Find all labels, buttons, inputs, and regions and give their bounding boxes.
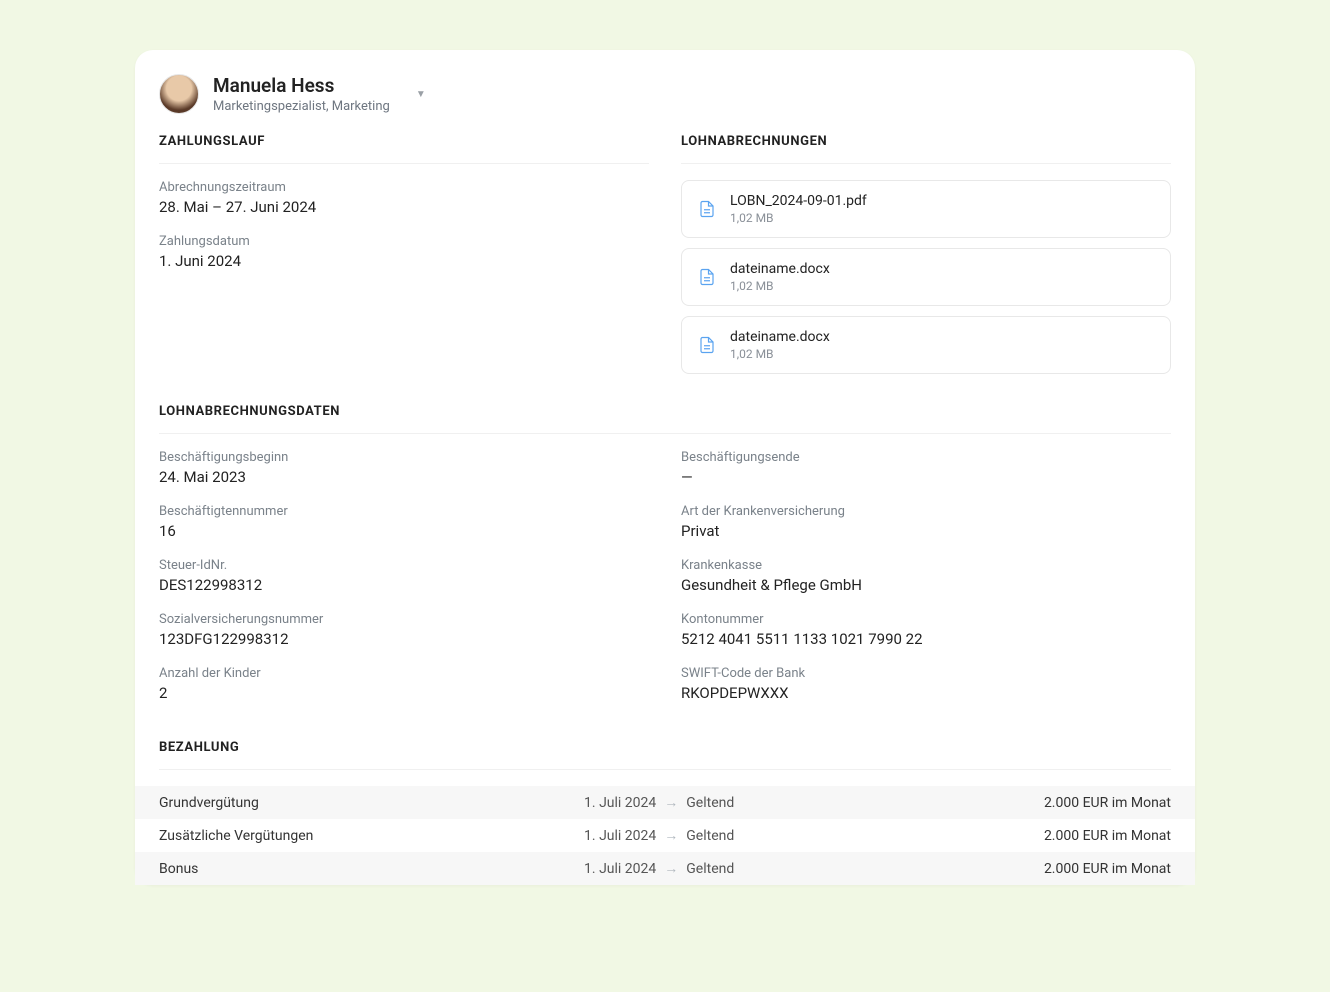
- data-field: SWIFT-Code der Bank RKOPDEPWXXX: [681, 666, 1171, 702]
- file-name: LOBN_2024-09-01.pdf: [730, 193, 867, 209]
- pay-label: Bonus: [159, 861, 584, 877]
- data-field: Kontonummer 5212 4041 5511 1133 1021 7990…: [681, 612, 1171, 648]
- data-field: Krankenkasse Gesundheit & Pflege GmbH: [681, 558, 1171, 594]
- data-field: Anzahl der Kinder 2: [159, 666, 649, 702]
- pay-from: 1. Juli 2024: [584, 795, 656, 811]
- arrow-right-icon: →: [664, 794, 678, 811]
- section-title-lohnabrechnungsdaten: LOHNABRECHNUNGSDATEN: [159, 404, 1171, 434]
- employee-role: Marketingspezialist, Marketing: [213, 99, 390, 114]
- field-label: Zahlungsdatum: [159, 234, 649, 249]
- field-value: 1. Juni 2024: [159, 252, 649, 270]
- field-label: Beschäftigtennummer: [159, 504, 649, 519]
- field-label: Krankenkasse: [681, 558, 1171, 573]
- field-label: Abrechnungszeitraum: [159, 180, 649, 195]
- field-label: Steuer-IdNr.: [159, 558, 649, 573]
- pay-amount: 2.000 EUR im Monat: [1044, 861, 1171, 877]
- field-label: Anzahl der Kinder: [159, 666, 649, 681]
- field-value: RKOPDEPWXXX: [681, 684, 1171, 702]
- pay-label: Zusätzliche Vergütungen: [159, 828, 584, 844]
- lohnabrechnungen-section: LOHNABRECHNUNGEN LOBN_2024-09-01.pdf 1,02…: [681, 134, 1171, 384]
- pay-amount: 2.000 EUR im Monat: [1044, 795, 1171, 811]
- field-value: 2: [159, 684, 649, 702]
- field-value: Privat: [681, 522, 1171, 540]
- data-field: Beschäftigungsbeginn 24. Mai 2023: [159, 450, 649, 486]
- pay-row[interactable]: Bonus 1. Juli 2024 → Geltend 2.000 EUR i…: [135, 852, 1195, 885]
- section-title-zahlungslauf: ZAHLUNGSLAUF: [159, 134, 649, 164]
- field-label: Sozialversicherungsnummer: [159, 612, 649, 627]
- pay-amount: 2.000 EUR im Monat: [1044, 828, 1171, 844]
- section-title-lohnabrechnungen: LOHNABRECHNUNGEN: [681, 134, 1171, 164]
- pay-from: 1. Juli 2024: [584, 828, 656, 844]
- field-label: Kontonummer: [681, 612, 1171, 627]
- employee-name: Manuela Hess: [213, 74, 390, 97]
- lohnabrechnungsdaten-section: LOHNABRECHNUNGSDATEN Beschäftigungsbegin…: [159, 404, 1171, 720]
- field-value: Gesundheit & Pflege GmbH: [681, 576, 1171, 594]
- section-title-bezahlung: BEZAHLUNG: [159, 740, 1171, 770]
- file-size: 1,02 MB: [730, 279, 830, 293]
- field-value: 24. Mai 2023: [159, 468, 649, 486]
- employee-header[interactable]: Manuela Hess Marketingspezialist, Market…: [159, 74, 1171, 134]
- arrow-right-icon: →: [664, 860, 678, 877]
- pay-to: Geltend: [686, 828, 734, 844]
- field-value: 5212 4041 5511 1133 1021 7990 22: [681, 630, 1171, 648]
- field-abrechnungszeitraum: Abrechnungszeitraum 28. Mai – 27. Juni 2…: [159, 180, 649, 216]
- bezahlung-section: BEZAHLUNG Grundvergütung 1. Juli 2024 → …: [159, 740, 1171, 885]
- file-size: 1,02 MB: [730, 211, 867, 225]
- field-value: 28. Mai – 27. Juni 2024: [159, 198, 649, 216]
- data-field: Steuer-IdNr. DES122998312: [159, 558, 649, 594]
- field-value: 123DFG122998312: [159, 630, 649, 648]
- pay-to: Geltend: [686, 795, 734, 811]
- field-zahlungsdatum: Zahlungsdatum 1. Juni 2024: [159, 234, 649, 270]
- chevron-down-icon[interactable]: ▼: [416, 89, 426, 100]
- field-label: SWIFT-Code der Bank: [681, 666, 1171, 681]
- pay-dates: 1. Juli 2024 → Geltend: [584, 794, 734, 811]
- field-value: 16: [159, 522, 649, 540]
- zahlungslauf-section: ZAHLUNGSLAUF Abrechnungszeitraum 28. Mai…: [159, 134, 649, 384]
- field-label: Art der Krankenversicherung: [681, 504, 1171, 519]
- document-icon: [698, 266, 716, 288]
- pay-to: Geltend: [686, 861, 734, 877]
- file-name: dateiname.docx: [730, 261, 830, 277]
- field-value: DES122998312: [159, 576, 649, 594]
- file-item[interactable]: dateiname.docx 1,02 MB: [681, 248, 1171, 306]
- file-name: dateiname.docx: [730, 329, 830, 345]
- payroll-card: Manuela Hess Marketingspezialist, Market…: [135, 50, 1195, 885]
- arrow-right-icon: →: [664, 827, 678, 844]
- pay-row[interactable]: Grundvergütung 1. Juli 2024 → Geltend 2.…: [135, 786, 1195, 819]
- document-icon: [698, 198, 716, 220]
- document-icon: [698, 334, 716, 356]
- pay-dates: 1. Juli 2024 → Geltend: [584, 827, 734, 844]
- pay-label: Grundvergütung: [159, 795, 584, 811]
- data-field: Art der Krankenversicherung Privat: [681, 504, 1171, 540]
- pay-row[interactable]: Zusätzliche Vergütungen 1. Juli 2024 → G…: [135, 819, 1195, 852]
- file-item[interactable]: dateiname.docx 1,02 MB: [681, 316, 1171, 374]
- avatar: [159, 74, 199, 114]
- file-item[interactable]: LOBN_2024-09-01.pdf 1,02 MB: [681, 180, 1171, 238]
- data-field: Sozialversicherungsnummer 123DFG122998312: [159, 612, 649, 648]
- field-label: Beschäftigungsbeginn: [159, 450, 649, 465]
- file-size: 1,02 MB: [730, 347, 830, 361]
- field-value: —: [681, 468, 1171, 486]
- pay-from: 1. Juli 2024: [584, 861, 656, 877]
- data-field: Beschäftigungsende —: [681, 450, 1171, 486]
- field-label: Beschäftigungsende: [681, 450, 1171, 465]
- pay-dates: 1. Juli 2024 → Geltend: [584, 860, 734, 877]
- data-field: Beschäftigtennummer 16: [159, 504, 649, 540]
